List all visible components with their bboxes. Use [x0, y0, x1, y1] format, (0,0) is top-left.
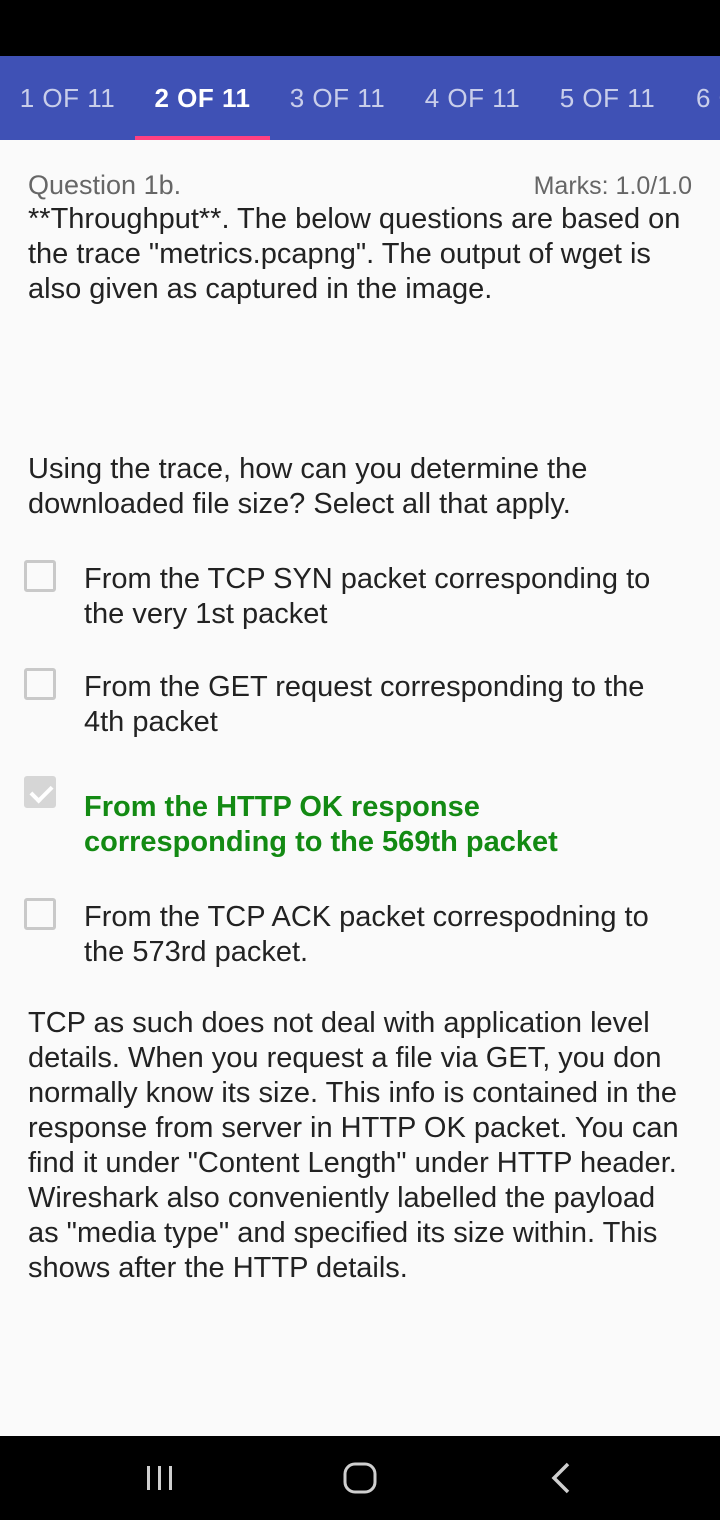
option-3[interactable]: From the HTTP OK response corresponding … [24, 776, 692, 866]
recent-apps-button[interactable] [110, 1436, 210, 1520]
home-button[interactable] [310, 1436, 410, 1520]
recent-apps-icon [147, 1466, 172, 1490]
option-checkbox-checked[interactable] [24, 776, 56, 808]
option-text: From the TCP ACK packet correspodning to… [84, 901, 649, 968]
tab-question-6[interactable]: 6 OF 11 [675, 56, 720, 140]
tab-question-5[interactable]: 5 OF 11 [540, 56, 675, 140]
back-button[interactable] [512, 1436, 612, 1520]
question-title: Question 1b. [28, 170, 182, 200]
option-checkbox[interactable] [24, 560, 56, 592]
system-nav-bar [0, 1436, 720, 1520]
tab-label: 1 OF 11 [19, 82, 116, 113]
tab-question-4[interactable]: 4 OF 11 [405, 56, 540, 140]
option-checkbox[interactable] [24, 898, 56, 930]
tab-question-1[interactable]: 1 OF 11 [0, 56, 135, 140]
option-text: From the GET request corresponding to th… [84, 671, 645, 738]
back-icon [551, 1462, 570, 1494]
home-icon [343, 1462, 377, 1494]
option-text-correct: From the HTTP OK response corresponding … [84, 791, 558, 858]
option-2[interactable]: From the GET request corresponding to th… [24, 668, 692, 748]
option-checkbox[interactable] [24, 668, 56, 700]
question-marks: Marks: 1.0/1.0 [533, 172, 692, 200]
status-bar [0, 0, 720, 56]
answer-explanation: TCP as such does not deal with applicati… [28, 1007, 679, 1284]
question-prompt: Using the trace, how can you determine t… [28, 453, 588, 520]
tab-label: 5 OF 11 [559, 82, 656, 113]
tab-label: 6 OF 11 [696, 82, 720, 113]
tab-label: 3 OF 11 [289, 82, 386, 113]
question-content: Question 1b. Marks: 1.0/1.0 **Throughput… [24, 168, 692, 968]
tab-question-3[interactable]: 3 OF 11 [270, 56, 405, 140]
question-header: Question 1b. Marks: 1.0/1.0 [28, 168, 692, 204]
question-tab-bar: 1 OF 11 2 OF 11 3 OF 11 4 OF 11 5 OF 11 … [0, 56, 720, 140]
tab-label: 2 OF 11 [154, 82, 251, 113]
question-intro: **Throughput**. The below questions are … [28, 203, 681, 305]
tab-label: 4 OF 11 [424, 82, 521, 113]
option-4[interactable]: From the TCP ACK packet correspodning to… [24, 898, 692, 978]
option-text: From the TCP SYN packet corresponding to… [84, 563, 651, 630]
option-1[interactable]: From the TCP SYN packet corresponding to… [24, 560, 692, 640]
tab-indicator [135, 136, 270, 140]
tab-question-2[interactable]: 2 OF 11 [135, 56, 270, 140]
